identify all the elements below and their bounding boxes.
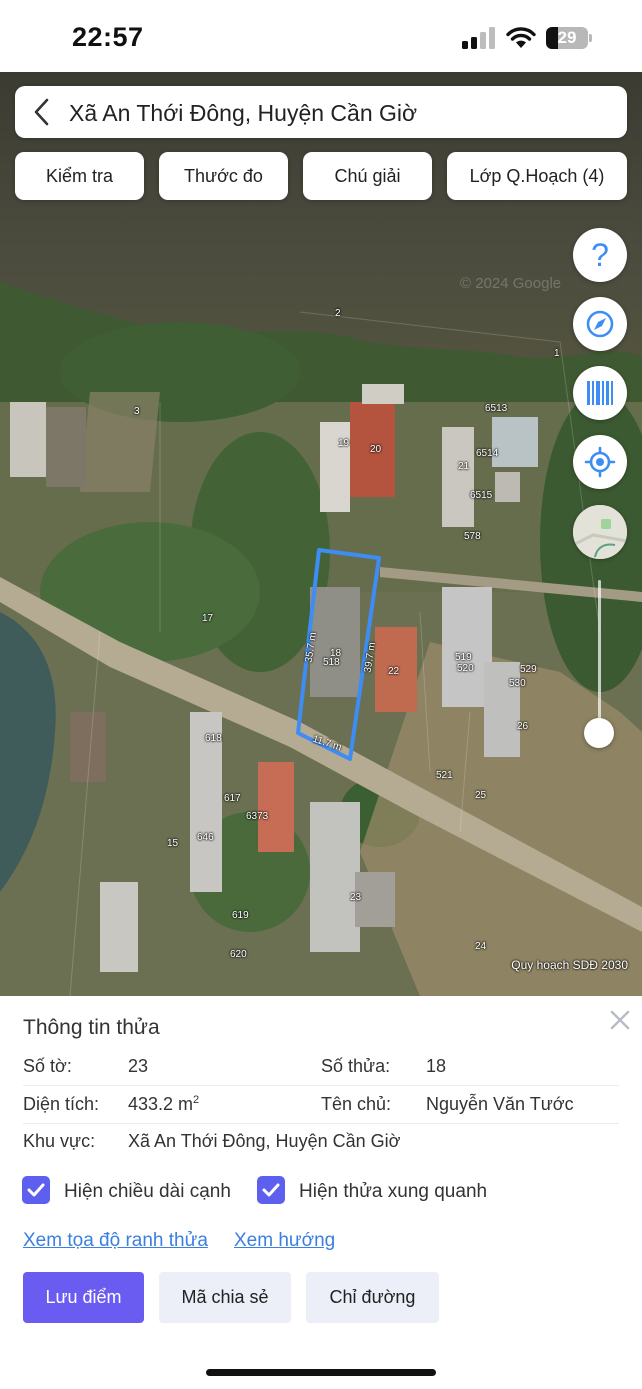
owner-value: Nguyễn Văn Tước bbox=[426, 1094, 574, 1114]
area-value: 433.2 m2 bbox=[128, 1094, 200, 1114]
layers-thumbnail-icon bbox=[573, 505, 627, 559]
parcel-label: 17 bbox=[202, 613, 214, 624]
checkmark-icon bbox=[262, 1183, 280, 1197]
parcel-label: 15 bbox=[167, 838, 179, 849]
show-neighbors-label[interactable]: Hiện thửa xung quanh bbox=[299, 1181, 487, 1203]
parcel-number-label: Số thửa: bbox=[321, 1056, 391, 1076]
parcel-label: 529 bbox=[520, 664, 537, 675]
show-neighbors-checkbox[interactable] bbox=[257, 1176, 285, 1204]
parcel-label: 1 bbox=[554, 348, 560, 359]
show-edges-label[interactable]: Hiện chiều dài cạnh bbox=[64, 1181, 231, 1203]
location-title: Xã An Thới Đông, Huyện Cần Giờ bbox=[69, 100, 418, 126]
wifi-icon bbox=[506, 27, 536, 48]
parcel-label: 520 bbox=[457, 663, 474, 674]
status-time: 22:57 bbox=[72, 22, 144, 52]
parcel-label: 6373 bbox=[246, 811, 269, 822]
my-location-button[interactable] bbox=[573, 435, 627, 489]
parcel-label: 20 bbox=[370, 444, 382, 455]
satellite-imagery bbox=[0, 72, 642, 996]
svg-text:?: ? bbox=[591, 237, 609, 273]
parcel-label: 619 bbox=[232, 910, 249, 921]
parcel-label: 521 bbox=[436, 770, 453, 781]
compass-icon bbox=[586, 310, 614, 338]
sheet-label: Số tờ: bbox=[23, 1056, 72, 1076]
parcel-label: 518 bbox=[323, 657, 340, 668]
location-search-bar[interactable]: Xã An Thới Đông, Huyện Cần Giờ bbox=[15, 86, 627, 138]
map-layer-thumbnail[interactable] bbox=[573, 505, 627, 559]
view-boundary-coordinates-link[interactable]: Xem tọa độ ranh thửa bbox=[23, 1230, 208, 1252]
parcel-label: 646 bbox=[197, 832, 214, 843]
checkmark-icon bbox=[27, 1183, 45, 1197]
parcel-label: 519 bbox=[455, 652, 472, 663]
owner-label: Tên chủ: bbox=[321, 1094, 392, 1114]
battery-level: 29 bbox=[557, 28, 577, 47]
help-icon: ? bbox=[591, 237, 609, 273]
back-chevron-icon[interactable] bbox=[31, 98, 53, 126]
parcel-label: 2 bbox=[335, 308, 341, 319]
parcel-label: 23 bbox=[350, 892, 362, 903]
zoom-slider-track[interactable] bbox=[598, 580, 601, 730]
parcel-label: 620 bbox=[230, 949, 247, 960]
legend-button[interactable]: Chú giải bbox=[303, 152, 432, 200]
parcel-label: 617 bbox=[224, 793, 241, 804]
barcode-icon bbox=[587, 381, 613, 405]
parcel-label: 19 bbox=[338, 438, 350, 449]
info-row-sheet-parcel: Số tờ: 23 Số thửa: 18 bbox=[23, 1048, 619, 1086]
barcode-button[interactable] bbox=[573, 366, 627, 420]
locate-icon bbox=[584, 446, 616, 478]
status-bar: 22:57 29 bbox=[0, 0, 642, 72]
region-value: Xã An Thới Đông, Huyện Cần Giờ bbox=[128, 1131, 401, 1151]
parcel-label: 21 bbox=[458, 461, 470, 472]
satellite-map[interactable]: 2 1 3 6513 19 20 6514 21 6515 578 17 18 518 22 519 520 5… bbox=[0, 72, 642, 996]
help-button[interactable]: ? bbox=[573, 228, 627, 282]
panel-title: Thông tin thửa bbox=[23, 1016, 160, 1039]
planning-layers-button[interactable]: Lớp Q.Hoạch (4) bbox=[447, 152, 627, 200]
share-code-button[interactable]: Mã chia sẻ bbox=[159, 1272, 291, 1323]
parcel-label: 618 bbox=[205, 733, 222, 744]
map-copyright: © 2024 Google bbox=[460, 275, 562, 292]
parcel-label: 22 bbox=[388, 666, 400, 677]
close-icon[interactable] bbox=[608, 1008, 632, 1032]
parcel-label: 6515 bbox=[470, 490, 493, 501]
home-indicator bbox=[206, 1369, 436, 1376]
zoom-slider-thumb[interactable] bbox=[584, 718, 614, 748]
parcel-info-panel: Thông tin thửa Số tờ: 23 Số thửa: 18 Diệ… bbox=[0, 996, 642, 1389]
parcel-number-value: 18 bbox=[426, 1056, 447, 1076]
info-row-region: Khu vực: Xã An Thới Đông, Huyện Cần Giờ bbox=[23, 1123, 619, 1161]
parcel-label: 578 bbox=[464, 531, 481, 542]
map-source-label: Quy hoạch SDĐ 2030 bbox=[511, 958, 628, 972]
parcel-label: 26 bbox=[517, 721, 529, 732]
check-button[interactable]: Kiểm tra bbox=[15, 152, 144, 200]
sheet-value: 23 bbox=[128, 1056, 149, 1076]
parcel-label: 6514 bbox=[476, 448, 499, 459]
info-row-area-owner: Diện tích: 433.2 m2 Tên chủ: Nguyễn Văn … bbox=[23, 1086, 619, 1124]
area-unit-superscript: 2 bbox=[193, 1094, 200, 1106]
parcel-label: 6513 bbox=[485, 403, 508, 414]
save-point-button[interactable]: Lưu điểm bbox=[23, 1272, 144, 1323]
measure-button[interactable]: Thước đo bbox=[159, 152, 288, 200]
show-edges-checkbox[interactable] bbox=[22, 1176, 50, 1204]
cellular-signal-icon bbox=[462, 27, 495, 49]
area-label: Diện tích: bbox=[23, 1094, 100, 1114]
view-direction-link[interactable]: Xem hướng bbox=[234, 1230, 335, 1252]
directions-button[interactable]: Chỉ đường bbox=[306, 1272, 439, 1323]
compass-button[interactable] bbox=[573, 297, 627, 351]
parcel-label: 3 bbox=[134, 406, 140, 417]
parcel-label: 24 bbox=[475, 941, 487, 952]
region-label: Khu vực: bbox=[23, 1131, 96, 1151]
battery-icon: 29 bbox=[546, 27, 592, 49]
parcel-label: 25 bbox=[475, 790, 487, 801]
parcel-label: 530 bbox=[509, 678, 526, 689]
